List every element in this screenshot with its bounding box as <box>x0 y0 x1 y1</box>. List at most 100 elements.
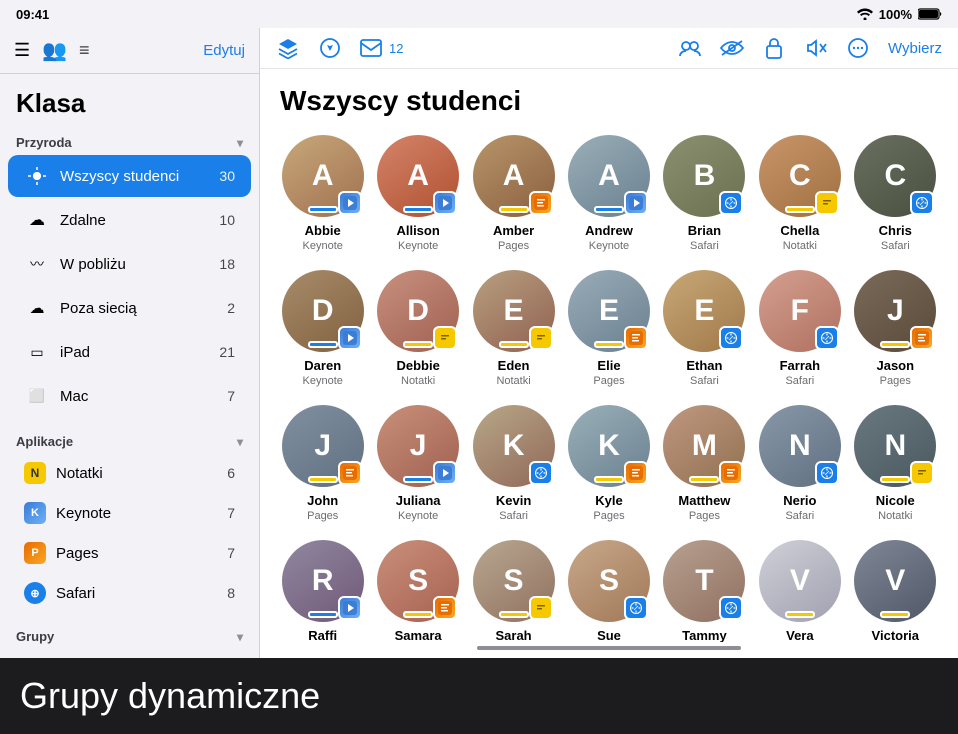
student-card-kevin[interactable]: KKevinSafari <box>471 405 556 522</box>
status-indicators: 100% <box>857 7 942 22</box>
pozasiecią-label: Poza siecią <box>60 300 227 317</box>
mac-icon: ⬜ <box>24 383 50 409</box>
sidebar-item-pages[interactable]: P Pages 7 <box>8 534 251 572</box>
keynote-count: 7 <box>227 505 235 521</box>
student-card-jason[interactable]: JJasonPages <box>853 270 938 387</box>
safari-label: Safari <box>56 585 227 602</box>
lock-icon[interactable] <box>762 36 786 60</box>
student-card-abbie[interactable]: AAbbieKeynote <box>280 135 365 252</box>
sidebar-item-mac[interactable]: ⬜ Mac 7 <box>8 375 251 417</box>
status-bar: 09:41 100% <box>0 0 958 28</box>
student-card-andrew[interactable]: AAndrewKeynote <box>566 135 651 252</box>
student-card-kyle[interactable]: KKylePages <box>566 405 651 522</box>
student-card-debbie[interactable]: DDebbieNotatki <box>375 270 460 387</box>
student-card-ethan[interactable]: EEthanSafari <box>662 270 747 387</box>
layers-icon[interactable] <box>276 36 300 60</box>
student-name-chella: Chella <box>780 223 819 238</box>
student-app-amber: Pages <box>498 240 529 252</box>
badge-strip-victoria <box>880 611 910 618</box>
student-name-abbie: Abbie <box>305 223 341 238</box>
student-name-samara: Samara <box>395 628 442 642</box>
student-card-sarah[interactable]: SSarahNotatki <box>471 540 556 642</box>
student-name-brian: Brian <box>688 223 721 238</box>
battery-icon <box>918 8 942 20</box>
group2-icon[interactable] <box>678 36 702 60</box>
notatki-count: 6 <box>227 465 235 481</box>
student-app-allison: Keynote <box>398 240 438 252</box>
app-badge-amber <box>529 191 553 215</box>
main-content: 12 <box>260 28 958 658</box>
student-card-daren[interactable]: DDarenKeynote <box>280 270 365 387</box>
student-app-elie: Pages <box>593 375 624 387</box>
sidebar-item-safari[interactable]: ⊕ Safari 8 <box>8 574 251 612</box>
student-card-samara[interactable]: SSamaraPages <box>375 540 460 642</box>
student-card-chris[interactable]: CChrisSafari <box>853 135 938 252</box>
sidebar-item-wpobliżu[interactable]: 〰 W pobliżu 18 <box>8 243 251 285</box>
compass-icon[interactable] <box>318 36 342 60</box>
sidebar-item-keynote[interactable]: K Keynote 7 <box>8 494 251 532</box>
student-card-john[interactable]: JJohnPages <box>280 405 365 522</box>
student-app-kyle: Pages <box>593 510 624 522</box>
sidebar-toolbar-left: ☰ 👥 ≡ <box>14 38 90 63</box>
student-card-sue[interactable]: SSueSafari <box>566 540 651 642</box>
student-card-chella[interactable]: CChellaNotatki <box>757 135 842 252</box>
status-time: 09:41 <box>16 7 49 22</box>
edit-button[interactable]: Edytuj <box>203 42 245 59</box>
badge-strip-allison <box>403 206 433 213</box>
section-przyroda[interactable]: Przyroda ▾ <box>0 127 259 154</box>
safari-count: 8 <box>227 585 235 601</box>
students-grid: AAbbieKeynoteAAllisonKeynoteAAmberPagesA… <box>260 125 958 642</box>
student-app-nerio: Safari <box>785 510 814 522</box>
student-card-farrah[interactable]: FFarrahSafari <box>757 270 842 387</box>
student-card-amber[interactable]: AAmberPages <box>471 135 556 252</box>
section-grupy[interactable]: Grupy ▾ <box>0 621 259 648</box>
student-card-vera[interactable]: VVeraPoza siecią <box>757 540 842 642</box>
badge-strip-john <box>308 476 338 483</box>
student-app-ethan: Safari <box>690 375 719 387</box>
badge-strip-matthew <box>689 476 719 483</box>
mac-label: Mac <box>60 388 227 405</box>
sidebar-toggle-icon[interactable]: ☰ <box>14 40 30 61</box>
pages-icon: P <box>24 542 46 564</box>
list-icon[interactable]: ≡ <box>79 40 90 61</box>
sidebar-item-notatki[interactable]: N Notatki 6 <box>8 454 251 492</box>
student-card-tammy[interactable]: TTammySafari <box>662 540 747 642</box>
eye-icon[interactable] <box>720 36 744 60</box>
select-button[interactable]: Wybierz <box>888 40 942 57</box>
people-icon[interactable]: 👥 <box>42 38 67 63</box>
student-card-victoria[interactable]: VVictoriaPoza siecią <box>853 540 938 642</box>
app-badge-brian <box>719 191 743 215</box>
sidebar-item-wszyscy[interactable]: Wszyscy studenci 30 <box>8 155 251 197</box>
student-card-nerio[interactable]: NNerioSafari <box>757 405 842 522</box>
app-badge-chella <box>815 191 839 215</box>
sidebar-item-pozasiecią[interactable]: ☁ Poza siecią 2 <box>8 287 251 329</box>
student-card-nicole[interactable]: NNicoleNotatki <box>853 405 938 522</box>
student-app-chella: Notatki <box>783 240 817 252</box>
chevron-aplikacje: ▾ <box>237 435 243 449</box>
student-card-brian[interactable]: BBrianSafari <box>662 135 747 252</box>
student-app-nicole: Notatki <box>878 510 912 522</box>
student-name-amber: Amber <box>493 223 534 238</box>
sidebar-item-understands[interactable]: 👥 Understands 12 <box>8 649 251 658</box>
section-aplikacje[interactable]: Aplikacje ▾ <box>0 426 259 453</box>
sidebar-toolbar: ☰ 👥 ≡ Edytuj <box>0 28 259 74</box>
student-name-kevin: Kevin <box>496 493 531 508</box>
student-card-matthew[interactable]: MMatthewPages <box>662 405 747 522</box>
wszyscy-label: Wszyscy studenci <box>60 168 219 185</box>
mute-icon[interactable] <box>804 36 828 60</box>
student-card-juliana[interactable]: JJulianaKeynote <box>375 405 460 522</box>
student-card-raffi[interactable]: RRaffiKeynote <box>280 540 365 642</box>
sidebar-item-zdalne[interactable]: ☁ Zdalne 10 <box>8 199 251 241</box>
app-badge-samara <box>433 596 457 620</box>
notatki-label: Notatki <box>56 465 227 482</box>
app-badge-kyle <box>624 461 648 485</box>
student-card-elie[interactable]: EEliePages <box>566 270 651 387</box>
student-card-eden[interactable]: EEdenNotatki <box>471 270 556 387</box>
student-card-allison[interactable]: AAllisonKeynote <box>375 135 460 252</box>
toolbar-left: 12 <box>276 36 403 60</box>
mail-button[interactable]: 12 <box>360 39 403 57</box>
sidebar-item-ipad[interactable]: ▭ iPad 21 <box>8 331 251 373</box>
app-badge-elie <box>624 326 648 350</box>
app-badge-farrah <box>815 326 839 350</box>
more-icon[interactable] <box>846 36 870 60</box>
